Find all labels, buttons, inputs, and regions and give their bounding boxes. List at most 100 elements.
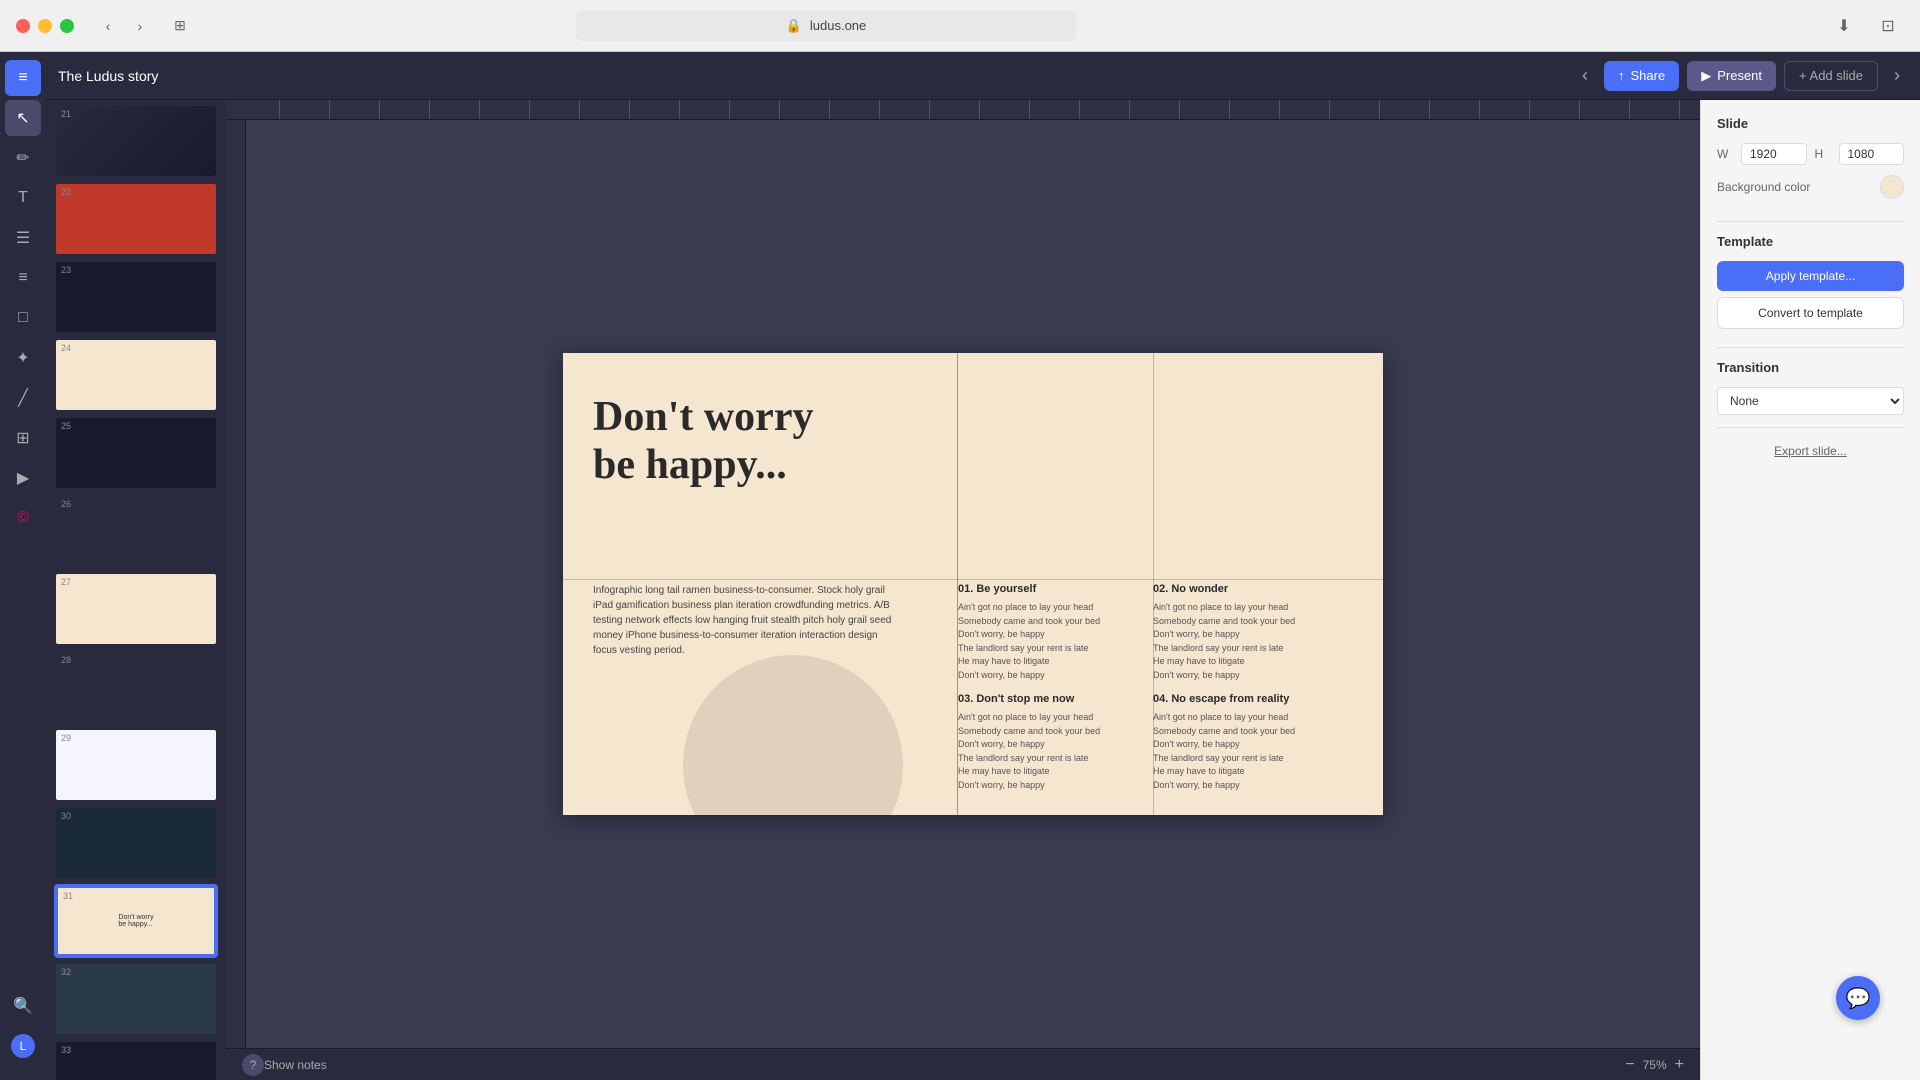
present-button[interactable]: ▶ Present — [1687, 61, 1776, 91]
convert-template-button[interactable]: Convert to template — [1717, 297, 1904, 329]
slide-main-title: Don't worry be happy... — [593, 393, 913, 490]
transition-select[interactable]: None Fade Slide — [1717, 387, 1904, 415]
prev-slide-button[interactable]: ‹ — [1574, 65, 1596, 86]
panel-dimensions-row: W 1920 H 1080 — [1717, 143, 1904, 165]
right-panel: Slide W 1920 H 1080 Background color Tem… — [1700, 100, 1920, 1080]
slide-thumbnail-26[interactable]: 26 — [54, 494, 218, 568]
slide-number: 31 — [63, 891, 73, 901]
sidebar-image-icon[interactable]: ⊞ — [5, 420, 41, 456]
slide-thumbnail-30[interactable]: 30 — [54, 806, 218, 880]
col2-body: Ain't got no place to lay your head Some… — [1153, 601, 1336, 682]
ruler-horizontal — [226, 100, 1700, 120]
grid-icon[interactable]: ⊞ — [166, 15, 194, 37]
slide-number: 21 — [61, 109, 71, 119]
share-button[interactable]: ↑ Share — [1604, 61, 1679, 91]
zoom-in-button[interactable]: + — [1675, 1056, 1684, 1074]
slide-number: 33 — [61, 1045, 71, 1055]
slide-thumbnail-29[interactable]: 29 — [54, 728, 218, 802]
slide-thumbnail-33[interactable]: 33 — [54, 1040, 218, 1080]
slide-number: 29 — [61, 733, 71, 743]
title-line2: be happy... — [593, 441, 913, 489]
help-button[interactable]: ? — [242, 1054, 264, 1076]
slide-body-text: Infographic long tail ramen business-to-… — [593, 583, 903, 658]
slide-canvas[interactable]: Don't worry be happy... Infographic long… — [563, 353, 1383, 815]
share-icon: ↑ — [1618, 68, 1625, 83]
export-slide-button[interactable]: Export slide... — [1717, 440, 1904, 462]
slides-panel: 21 22 23 24 25 — [46, 100, 226, 1080]
next-slide-button[interactable]: › — [1886, 65, 1908, 86]
col1-title: 01. Be yourself — [958, 583, 1141, 595]
slide-thumbnail-25[interactable]: 25 — [54, 416, 218, 490]
sidebar-search-icon[interactable]: 🔍 — [5, 988, 41, 1024]
slide-number: 25 — [61, 421, 71, 431]
sidebar-line-icon[interactable]: ╱ — [5, 380, 41, 416]
address-bar[interactable]: 🔒 ludus.one — [576, 11, 1076, 41]
sidebar-shape-icon[interactable]: □ — [5, 300, 41, 336]
height-label: H — [1815, 147, 1831, 161]
maximize-button[interactable] — [60, 19, 74, 33]
zoom-level: 75% — [1643, 1058, 1667, 1072]
slide-thumbnail-21[interactable]: 21 — [54, 104, 218, 178]
template-section-title: Template — [1717, 234, 1904, 249]
share-icon[interactable]: ⊡ — [1872, 12, 1904, 40]
bottom-toolbar: ? Show notes − 75% + — [226, 1048, 1700, 1080]
col1-body: Ain't got no place to lay your head Some… — [958, 601, 1141, 682]
add-slide-button[interactable]: + Add slide — [1784, 61, 1878, 91]
close-button[interactable] — [16, 19, 30, 33]
slide-number: 28 — [61, 655, 71, 665]
ruler-h-markings — [230, 100, 1696, 119]
panel-divider-1 — [1717, 221, 1904, 222]
sidebar-bullet-icon[interactable]: ≡ — [5, 260, 41, 296]
panel-divider-2 — [1717, 347, 1904, 348]
title-line1: Don't worry — [593, 393, 913, 441]
apply-template-button[interactable]: Apply template... — [1717, 261, 1904, 291]
slide-number: 30 — [61, 811, 71, 821]
sidebar-pen-icon[interactable]: ✏ — [5, 140, 41, 176]
titlebar-right: ⬇ ⊡ — [1828, 12, 1904, 40]
slide-thumbnail-32[interactable]: 32 — [54, 962, 218, 1036]
height-value[interactable]: 1080 — [1839, 143, 1905, 165]
slide-number: 22 — [61, 187, 71, 197]
slide-number: 32 — [61, 967, 71, 977]
top-toolbar: The Ludus story ‹ ↑ Share ▶ Present + Ad… — [46, 52, 1920, 100]
slide-number: 27 — [61, 577, 71, 587]
sidebar-list-icon[interactable]: ☰ — [5, 220, 41, 256]
nav-arrows: ‹ › — [94, 15, 154, 37]
sidebar-cursor-icon[interactable]: ↖ — [5, 100, 41, 136]
sidebar-user-icon[interactable]: L — [5, 1028, 41, 1064]
canvas-scroll[interactable]: Don't worry be happy... Infographic long… — [246, 120, 1700, 1048]
col3-body: Ain't got no place to lay your head Some… — [958, 711, 1141, 792]
bg-color-swatch[interactable] — [1880, 175, 1904, 199]
forward-arrow[interactable]: › — [126, 15, 154, 37]
sidebar-brand-icon[interactable]: © — [5, 500, 41, 536]
show-notes-button[interactable]: Show notes — [264, 1058, 327, 1072]
slide-title-area: Don't worry be happy... — [593, 393, 913, 490]
decorative-circle — [683, 655, 903, 815]
slide-thumbnail-22[interactable]: 22 — [54, 182, 218, 256]
slide-thumbnail-23[interactable]: 23 — [54, 260, 218, 334]
col1-section: 01. Be yourself Ain't got no place to la… — [958, 583, 1141, 682]
sidebar-star-icon[interactable]: ✦ — [5, 340, 41, 376]
col3-title: 03. Don't stop me now — [958, 693, 1141, 705]
back-arrow[interactable]: ‹ — [94, 15, 122, 37]
sidebar-menu-icon[interactable]: ≡ — [5, 60, 41, 96]
sidebar-video-icon[interactable]: ▶ — [5, 460, 41, 496]
slide-thumbnail-28[interactable]: 28 — [54, 650, 218, 724]
sidebar-text-icon[interactable]: T — [5, 180, 41, 216]
icon-sidebar: ≡ ↖ ✏ T ☰ ≡ □ ✦ ╱ ⊞ ▶ © 🔍 L — [0, 52, 46, 1080]
slide-thumbnail-24[interactable]: 24 — [54, 338, 218, 412]
width-label: W — [1717, 147, 1733, 161]
chat-bubble[interactable]: 💬 — [1836, 976, 1880, 1020]
app-title: The Ludus story — [58, 68, 1566, 84]
zoom-out-button[interactable]: − — [1625, 1056, 1634, 1074]
zoom-controls: − 75% + — [1625, 1056, 1684, 1074]
slide-thumbnail-27[interactable]: 27 — [54, 572, 218, 646]
slide-thumbnail-31[interactable]: 31 Don't worrybe happy... — [54, 884, 218, 958]
minimize-button[interactable] — [38, 19, 52, 33]
transition-section-title: Transition — [1717, 360, 1904, 375]
bg-color-row: Background color — [1717, 175, 1904, 199]
col4-body: Ain't got no place to lay your head Some… — [1153, 711, 1336, 792]
download-icon[interactable]: ⬇ — [1828, 12, 1860, 40]
width-value[interactable]: 1920 — [1741, 143, 1807, 165]
present-label: Present — [1717, 68, 1762, 83]
